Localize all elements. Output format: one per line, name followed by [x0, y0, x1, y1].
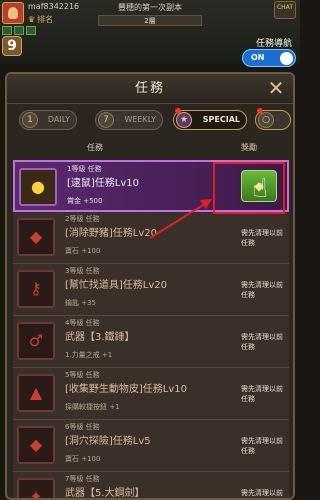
tutorial-arrow-icon	[149, 199, 212, 239]
pointing-hand-icon: ☝	[252, 174, 268, 204]
